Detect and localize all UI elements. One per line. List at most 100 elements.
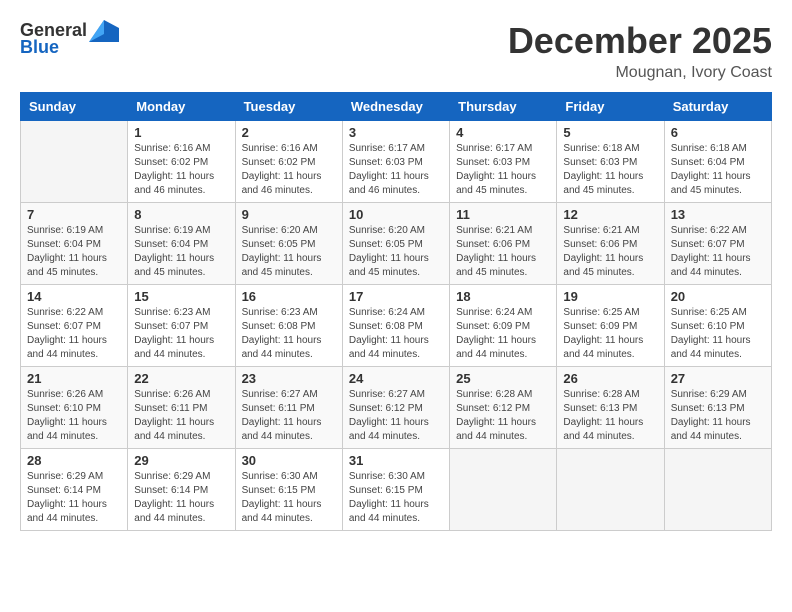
calendar-cell: 26 Sunrise: 6:28 AMSunset: 6:13 PMDayligh… xyxy=(557,367,664,449)
day-number: 24 xyxy=(349,371,443,386)
day-number: 25 xyxy=(456,371,550,386)
calendar-cell xyxy=(21,121,128,203)
calendar-cell: 9 Sunrise: 6:20 AMSunset: 6:05 PMDaylight… xyxy=(235,203,342,285)
day-number: 31 xyxy=(349,453,443,468)
day-info: Sunrise: 6:18 AMSunset: 6:04 PMDaylight:… xyxy=(671,142,765,198)
day-info: Sunrise: 6:17 AMSunset: 6:03 PMDaylight:… xyxy=(456,142,550,198)
day-info: Sunrise: 6:29 AMSunset: 6:14 PMDaylight:… xyxy=(134,470,228,526)
day-number: 20 xyxy=(671,289,765,304)
location-subtitle: Mougnan, Ivory Coast xyxy=(508,64,772,82)
calendar-cell: 19 Sunrise: 6:25 AMSunset: 6:09 PMDayligh… xyxy=(557,285,664,367)
calendar-cell xyxy=(557,449,664,531)
day-number: 29 xyxy=(134,453,228,468)
calendar-cell: 15Sunrise: 6:23 AMSunset: 6:07 PMDayligh… xyxy=(128,285,235,367)
calendar-header-row: SundayMondayTuesdayWednesdayThursdayFrid… xyxy=(21,93,772,121)
header: General Blue December 2025 Mougnan, Ivor… xyxy=(20,20,772,82)
day-number: 10 xyxy=(349,207,443,222)
calendar-cell: 1 Sunrise: 6:16 AMSunset: 6:02 PMDaylight… xyxy=(128,121,235,203)
calendar-cell: 8 Sunrise: 6:19 AMSunset: 6:04 PMDaylight… xyxy=(128,203,235,285)
calendar-cell: 6 Sunrise: 6:18 AMSunset: 6:04 PMDaylight… xyxy=(664,121,771,203)
calendar-cell: 30 Sunrise: 6:30 AMSunset: 6:15 PMDayligh… xyxy=(235,449,342,531)
day-number: 23 xyxy=(242,371,336,386)
calendar-table: SundayMondayTuesdayWednesdayThursdayFrid… xyxy=(20,92,772,531)
calendar-cell: 28 Sunrise: 6:29 AMSunset: 6:14 PMDayligh… xyxy=(21,449,128,531)
calendar-cell: 20 Sunrise: 6:25 AMSunset: 6:10 PMDayligh… xyxy=(664,285,771,367)
day-info: Sunrise: 6:26 AMSunset: 6:11 PMDaylight:… xyxy=(134,388,228,444)
day-info: Sunrise: 6:29 AMSunset: 6:13 PMDaylight:… xyxy=(671,388,765,444)
day-number: 15 xyxy=(134,289,228,304)
day-info: Sunrise: 6:16 AMSunset: 6:02 PMDaylight:… xyxy=(242,142,336,198)
day-number: 19 xyxy=(563,289,657,304)
day-info: Sunrise: 6:21 AMSunset: 6:06 PMDaylight:… xyxy=(563,224,657,280)
day-of-week-header: Wednesday xyxy=(342,93,449,121)
calendar-cell: 3Sunrise: 6:17 AMSunset: 6:03 PMDaylight… xyxy=(342,121,449,203)
calendar-cell: 5Sunrise: 6:18 AMSunset: 6:03 PMDaylight… xyxy=(557,121,664,203)
calendar-cell: 27 Sunrise: 6:29 AMSunset: 6:13 PMDayligh… xyxy=(664,367,771,449)
calendar-cell: 17Sunrise: 6:24 AMSunset: 6:08 PMDayligh… xyxy=(342,285,449,367)
calendar-cell: 21 Sunrise: 6:26 AMSunset: 6:10 PMDayligh… xyxy=(21,367,128,449)
logo-blue: Blue xyxy=(20,38,119,58)
day-of-week-header: Monday xyxy=(128,93,235,121)
day-number: 2 xyxy=(242,125,336,140)
calendar-cell xyxy=(664,449,771,531)
day-number: 4 xyxy=(456,125,550,140)
calendar-cell: 24Sunrise: 6:27 AMSunset: 6:12 PMDayligh… xyxy=(342,367,449,449)
calendar-week-row: 21 Sunrise: 6:26 AMSunset: 6:10 PMDayligh… xyxy=(21,367,772,449)
day-number: 9 xyxy=(242,207,336,222)
day-info: Sunrise: 6:29 AMSunset: 6:14 PMDaylight:… xyxy=(27,470,121,526)
day-info: Sunrise: 6:19 AMSunset: 6:04 PMDaylight:… xyxy=(134,224,228,280)
day-info: Sunrise: 6:21 AMSunset: 6:06 PMDaylight:… xyxy=(456,224,550,280)
calendar-week-row: 7 Sunrise: 6:19 AMSunset: 6:04 PMDaylight… xyxy=(21,203,772,285)
day-info: Sunrise: 6:27 AMSunset: 6:11 PMDaylight:… xyxy=(242,388,336,444)
day-info: Sunrise: 6:20 AMSunset: 6:05 PMDaylight:… xyxy=(242,224,336,280)
calendar-cell: 13 Sunrise: 6:22 AMSunset: 6:07 PMDayligh… xyxy=(664,203,771,285)
calendar-cell: 12 Sunrise: 6:21 AMSunset: 6:06 PMDayligh… xyxy=(557,203,664,285)
day-info: Sunrise: 6:17 AMSunset: 6:03 PMDaylight:… xyxy=(349,142,443,198)
day-number: 16 xyxy=(242,289,336,304)
day-number: 6 xyxy=(671,125,765,140)
calendar-cell: 16 Sunrise: 6:23 AMSunset: 6:08 PMDayligh… xyxy=(235,285,342,367)
day-number: 14 xyxy=(27,289,121,304)
calendar-week-row: 14Sunrise: 6:22 AMSunset: 6:07 PMDayligh… xyxy=(21,285,772,367)
calendar-cell xyxy=(450,449,557,531)
calendar-cell: 2 Sunrise: 6:16 AMSunset: 6:02 PMDaylight… xyxy=(235,121,342,203)
day-info: Sunrise: 6:19 AMSunset: 6:04 PMDaylight:… xyxy=(27,224,121,280)
day-info: Sunrise: 6:28 AMSunset: 6:13 PMDaylight:… xyxy=(563,388,657,444)
day-number: 27 xyxy=(671,371,765,386)
day-info: Sunrise: 6:25 AMSunset: 6:10 PMDaylight:… xyxy=(671,306,765,362)
calendar-week-row: 28 Sunrise: 6:29 AMSunset: 6:14 PMDayligh… xyxy=(21,449,772,531)
day-info: Sunrise: 6:26 AMSunset: 6:10 PMDaylight:… xyxy=(27,388,121,444)
calendar-cell: 25 Sunrise: 6:28 AMSunset: 6:12 PMDayligh… xyxy=(450,367,557,449)
calendar-cell: 11Sunrise: 6:21 AMSunset: 6:06 PMDayligh… xyxy=(450,203,557,285)
day-number: 8 xyxy=(134,207,228,222)
calendar-cell: 18Sunrise: 6:24 AMSunset: 6:09 PMDayligh… xyxy=(450,285,557,367)
day-info: Sunrise: 6:16 AMSunset: 6:02 PMDaylight:… xyxy=(134,142,228,198)
day-number: 17 xyxy=(349,289,443,304)
calendar-cell: 22 Sunrise: 6:26 AMSunset: 6:11 PMDayligh… xyxy=(128,367,235,449)
day-number: 7 xyxy=(27,207,121,222)
day-number: 1 xyxy=(134,125,228,140)
day-info: Sunrise: 6:20 AMSunset: 6:05 PMDaylight:… xyxy=(349,224,443,280)
day-info: Sunrise: 6:18 AMSunset: 6:03 PMDaylight:… xyxy=(563,142,657,198)
calendar-cell: 14Sunrise: 6:22 AMSunset: 6:07 PMDayligh… xyxy=(21,285,128,367)
day-info: Sunrise: 6:23 AMSunset: 6:08 PMDaylight:… xyxy=(242,306,336,362)
day-number: 22 xyxy=(134,371,228,386)
day-info: Sunrise: 6:28 AMSunset: 6:12 PMDaylight:… xyxy=(456,388,550,444)
day-info: Sunrise: 6:30 AMSunset: 6:15 PMDaylight:… xyxy=(349,470,443,526)
calendar-cell: 10 Sunrise: 6:20 AMSunset: 6:05 PMDayligh… xyxy=(342,203,449,285)
day-info: Sunrise: 6:25 AMSunset: 6:09 PMDaylight:… xyxy=(563,306,657,362)
day-number: 26 xyxy=(563,371,657,386)
day-number: 28 xyxy=(27,453,121,468)
calendar-cell: 31 Sunrise: 6:30 AMSunset: 6:15 PMDayligh… xyxy=(342,449,449,531)
day-info: Sunrise: 6:22 AMSunset: 6:07 PMDaylight:… xyxy=(671,224,765,280)
calendar-week-row: 1 Sunrise: 6:16 AMSunset: 6:02 PMDaylight… xyxy=(21,121,772,203)
calendar-cell: 23 Sunrise: 6:27 AMSunset: 6:11 PMDayligh… xyxy=(235,367,342,449)
day-number: 21 xyxy=(27,371,121,386)
day-info: Sunrise: 6:30 AMSunset: 6:15 PMDaylight:… xyxy=(242,470,336,526)
day-number: 12 xyxy=(563,207,657,222)
title-area: December 2025 Mougnan, Ivory Coast xyxy=(508,20,772,82)
day-info: Sunrise: 6:24 AMSunset: 6:09 PMDaylight:… xyxy=(456,306,550,362)
day-number: 13 xyxy=(671,207,765,222)
day-number: 30 xyxy=(242,453,336,468)
calendar-cell: 7 Sunrise: 6:19 AMSunset: 6:04 PMDaylight… xyxy=(21,203,128,285)
